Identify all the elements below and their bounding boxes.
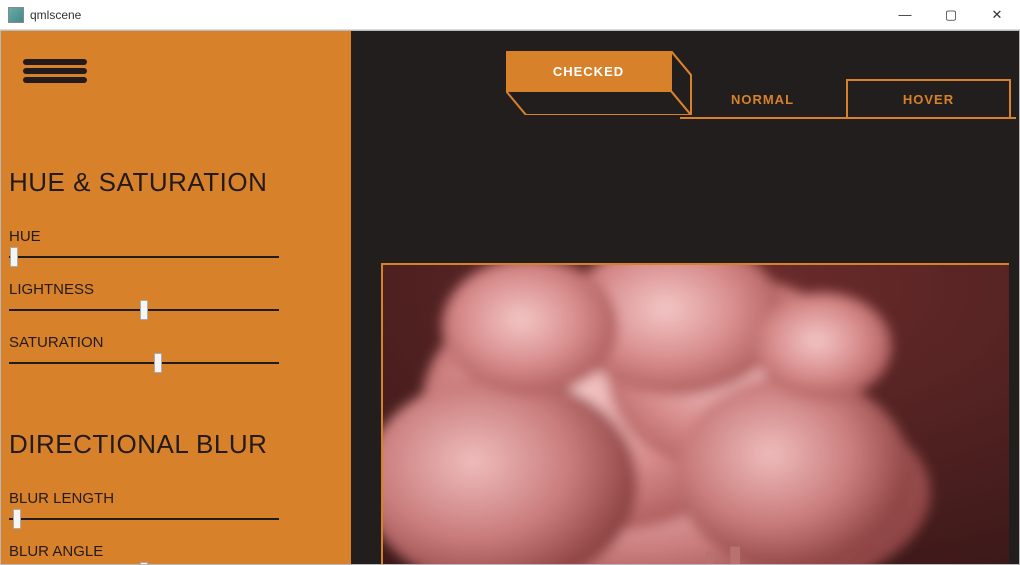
slider-saturation: SATURATION [9,334,343,373]
slider-track[interactable] [9,353,279,373]
window-minimize-button[interactable]: — [882,0,928,30]
slider-label: HUE [9,228,343,245]
checked-button[interactable]: CHECKED [506,51,671,91]
button-label: CHECKED [553,64,624,79]
slider-track[interactable] [9,562,279,564]
slider-thumb[interactable] [13,509,21,529]
slider-blur-length: BLUR LENGTH [9,490,343,529]
section-hue-saturation: HUE & SATURATION HUE LIGHTNESS SATURATIO… [1,167,351,373]
slider-track[interactable] [9,247,279,267]
slider-blur-angle: BLUR ANGLE [9,543,343,564]
normal-button[interactable]: NORMAL [680,79,845,119]
slider-hue: HUE [9,228,343,267]
slider-thumb[interactable] [10,247,18,267]
window-close-button[interactable]: ✕ [974,0,1020,30]
button-label: HOVER [903,92,954,107]
slider-label: SATURATION [9,334,343,351]
section-directional-blur: DIRECTIONAL BLUR BLUR LENGTH BLUR ANGLE [1,429,351,564]
slider-thumb[interactable] [140,300,148,320]
button-label: NORMAL [731,92,794,107]
section-title: DIRECTIONAL BLUR [9,429,343,460]
hamburger-menu-icon[interactable] [23,55,87,87]
slider-label: LIGHTNESS [9,281,343,298]
image-preview [381,263,1009,564]
window-maximize-button[interactable]: ▢ [928,0,974,30]
window-title: qmlscene [30,8,81,22]
slider-thumb[interactable] [154,353,162,373]
section-title: HUE & SATURATION [9,167,343,198]
slider-track[interactable] [9,300,279,320]
slider-thumb[interactable] [140,562,148,564]
app-icon [8,7,24,23]
sidebar: HUE & SATURATION HUE LIGHTNESS SATURATIO… [1,31,351,564]
slider-lightness: LIGHTNESS [9,281,343,320]
slider-label: BLUR LENGTH [9,490,343,507]
window-titlebar: qmlscene — ▢ ✕ [0,0,1020,30]
smoke-cloud-image [383,265,1009,564]
slider-track[interactable] [9,509,279,529]
slider-label: BLUR ANGLE [9,543,343,560]
top-button-bar: CHECKED NORMAL HOVER [506,51,1011,131]
app-frame: HUE & SATURATION HUE LIGHTNESS SATURATIO… [0,30,1020,565]
hover-button[interactable]: HOVER [846,79,1011,119]
